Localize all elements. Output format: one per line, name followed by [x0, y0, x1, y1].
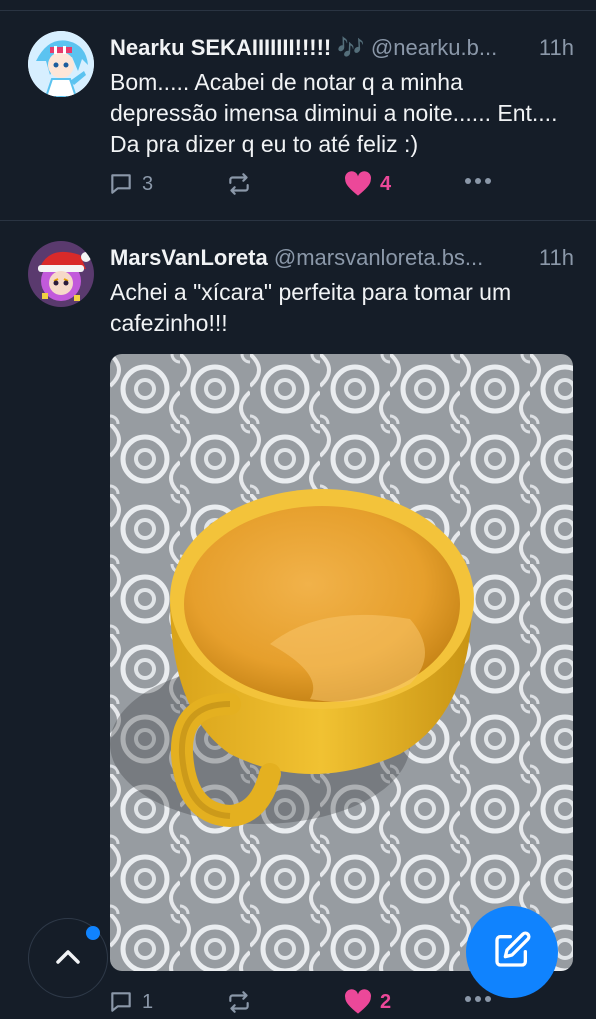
post-header: Nearku SEKAIIIIIII!!!!! 🎶 @nearku.b... 1…	[110, 35, 574, 61]
reply-count: 3	[142, 172, 154, 195]
author-name[interactable]: Nearku SEKAIIIIIII!!!!! 🎶	[110, 35, 365, 60]
compose-icon	[492, 930, 532, 975]
new-posts-indicator	[86, 926, 100, 940]
post-text: Achei a "xícara" perfeita para tomar um …	[110, 279, 512, 336]
repost-button[interactable]	[226, 989, 252, 1015]
post-1[interactable]: Nearku SEKAIIIIIII!!!!! 🎶 @nearku.b... 1…	[0, 11, 596, 220]
author-handle[interactable]: @marsvanloreta.bs...	[274, 245, 483, 270]
reply-button[interactable]: 3	[108, 171, 153, 197]
repost-icon	[226, 989, 252, 1015]
avatar[interactable]	[28, 241, 94, 307]
post-text: Bom..... Acabei de notar q a minha depre…	[110, 69, 558, 157]
like-button[interactable]: 4	[344, 171, 391, 197]
post-2[interactable]: MarsVanLoreta @marsvanloreta.bs... 11h A…	[0, 221, 596, 1014]
more-icon	[464, 995, 492, 1003]
post-actions: 3 4	[108, 171, 498, 201]
like-count: 4	[380, 172, 392, 195]
reply-count: 1	[142, 990, 154, 1013]
reply-button[interactable]: 1	[108, 989, 153, 1015]
post-header: MarsVanLoreta @marsvanloreta.bs... 11h	[110, 245, 574, 271]
avatar[interactable]	[28, 31, 94, 97]
more-button[interactable]	[464, 995, 492, 1003]
cup-photo	[110, 354, 573, 971]
more-button[interactable]	[464, 177, 492, 185]
repost-button[interactable]	[226, 171, 252, 197]
repost-icon	[226, 171, 252, 197]
compose-button[interactable]	[466, 906, 558, 998]
heart-icon	[344, 171, 372, 197]
reply-icon	[108, 989, 134, 1015]
reply-icon	[108, 171, 134, 197]
like-count: 2	[380, 990, 392, 1013]
author-name[interactable]: MarsVanLoreta	[110, 245, 268, 270]
author-handle[interactable]: @nearku.b...	[371, 35, 497, 60]
post-actions: 1 2	[108, 989, 498, 1019]
post-time[interactable]: 11h	[534, 35, 574, 61]
post-image[interactable]	[110, 354, 573, 971]
heart-icon	[344, 989, 372, 1015]
chevron-up-icon	[55, 947, 81, 970]
post-time[interactable]: 11h	[534, 245, 574, 271]
more-icon	[464, 177, 492, 185]
like-button[interactable]: 2	[344, 989, 391, 1015]
